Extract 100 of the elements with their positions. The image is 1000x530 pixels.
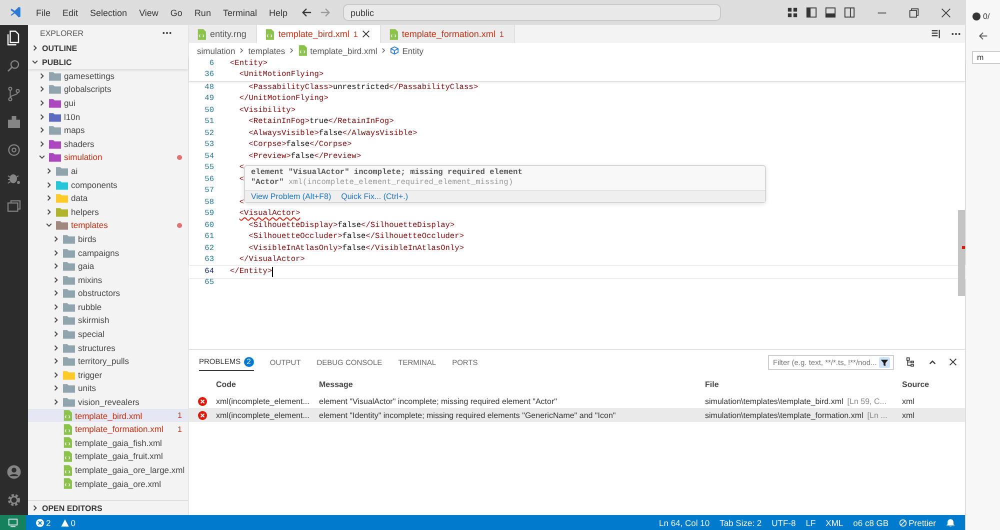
tree-item[interactable]: template_gaia_fish.xml (28, 436, 188, 450)
editor-tab[interactable]: entity.rng (189, 25, 258, 43)
check-slash-icon (898, 518, 907, 526)
tree-item[interactable]: trigger (28, 368, 188, 382)
more-actions-icon[interactable] (162, 31, 172, 35)
tree-item[interactable]: shaders (28, 136, 188, 151)
file-icon (63, 437, 72, 448)
tree-item[interactable]: skirmish (28, 314, 188, 328)
tree-item[interactable]: units (28, 382, 188, 396)
chevron-right-icon (238, 47, 246, 54)
tree-item[interactable]: structures (28, 340, 188, 354)
status-item[interactable]: Ln 64, Col 10 (659, 518, 710, 528)
remote-icon[interactable] (5, 141, 23, 159)
tree-item[interactable]: helpers (28, 204, 188, 219)
tree-item[interactable]: vision_revealers (28, 395, 188, 409)
chevron-down-icon (45, 221, 53, 230)
back-arrow-icon[interactable] (301, 7, 312, 18)
errors-count[interactable]: 2 (36, 518, 51, 528)
section-header[interactable]: OUTLINE (28, 41, 188, 55)
count-text: 0/ (983, 12, 990, 21)
breadcrumb-item[interactable]: templates (248, 46, 286, 56)
column-header: Message (319, 380, 354, 388)
status-item[interactable]: o6 c8 GB (853, 518, 889, 528)
menu-item[interactable]: Run (188, 8, 217, 18)
hover-action-link[interactable]: View Problem (Alt+F8) (251, 192, 332, 201)
bell-icon[interactable] (946, 518, 955, 527)
file-icon (63, 424, 72, 435)
tree-item[interactable]: components (28, 178, 188, 192)
tree-item[interactable]: template_gaia_ore_large.xml (28, 463, 188, 477)
scrollbar[interactable] (958, 210, 965, 296)
windows-icon[interactable] (5, 197, 23, 215)
tree-item[interactable]: template_gaia_fruit.xml (28, 450, 188, 464)
chevron-right-icon (31, 44, 39, 52)
menu-item[interactable]: File (30, 8, 57, 18)
problem-row[interactable]: xml(incomplete_element... element "VisualActor" incomplete; missing required element "Actor" simulation\templates\template_bird.xml [Ln 59, C... xml (189, 394, 965, 408)
tree-item[interactable]: template_formation.xml 1 (28, 422, 188, 436)
status-item[interactable]: Prettier (898, 518, 936, 528)
location-text: [Ln ... (867, 410, 888, 420)
tree-item[interactable]: gui (28, 96, 188, 110)
tree-item[interactable]: l10n (28, 110, 188, 124)
tree-item[interactable]: template_gaia_ore.xml (28, 476, 188, 490)
section-header[interactable]: PUBLIC (28, 55, 188, 69)
tree-item[interactable]: campaigns (28, 246, 188, 260)
editor-tab[interactable]: template_formation.xml 1 (380, 25, 515, 43)
table-cell-text: element "VisualActor" incomplete; missing required element "Actor" (319, 396, 558, 406)
chevron-up-icon[interactable] (928, 358, 937, 366)
tree-item[interactable]: rubble (28, 300, 188, 314)
breadcrumb-item[interactable]: simulation (197, 46, 236, 56)
panel-toggle-icon[interactable] (825, 7, 836, 18)
remote-icon[interactable] (0, 515, 26, 530)
file-icon (197, 28, 206, 40)
split-layout-icon[interactable] (844, 7, 855, 18)
menu-item[interactable]: Selection (84, 8, 134, 18)
menu-item[interactable]: Help (262, 8, 294, 18)
close-icon[interactable] (949, 358, 957, 366)
account-icon[interactable] (5, 463, 23, 481)
tree-item[interactable]: special (28, 327, 188, 341)
menu-item[interactable]: Terminal (216, 8, 263, 18)
split-editor-icon[interactable] (931, 29, 941, 39)
close-icon[interactable] (941, 8, 951, 18)
tree-item[interactable]: gamesettings (28, 69, 188, 83)
status-item[interactable]: Tab Size: 2 (720, 518, 762, 528)
more-actions-icon[interactable] (951, 32, 961, 36)
status-item[interactable]: XML (826, 518, 844, 528)
breadcrumb-item[interactable]: Entity (402, 46, 424, 56)
tree-item[interactable]: templates (28, 218, 188, 232)
tree-item[interactable]: maps (28, 123, 188, 137)
close-icon[interactable] (362, 30, 370, 38)
editor-tab[interactable]: template_bird.xml 1 (257, 25, 381, 43)
error-icon (198, 396, 207, 406)
warnings-count[interactable]: 0 (60, 518, 76, 528)
tree-item[interactable]: data (28, 191, 188, 205)
file-icon (63, 450, 72, 462)
tree-item[interactable]: gaia (28, 259, 188, 273)
menu-item[interactable]: View (133, 8, 164, 18)
side-tab[interactable]: m (972, 51, 1000, 64)
tree-item[interactable]: territory_pulls (28, 354, 188, 368)
tree-item[interactable]: birds (28, 232, 188, 246)
menu-item[interactable]: Edit (56, 8, 84, 18)
tree-item[interactable]: obstructors (28, 286, 188, 300)
layout-grid-icon[interactable] (787, 7, 798, 18)
command-search-field[interactable]: public (343, 4, 722, 21)
tree-item[interactable]: template_bird.xml 1 (28, 408, 188, 422)
hover-action-link[interactable]: Quick Fix... (Ctrl+.) (341, 192, 408, 201)
tree-item[interactable]: globalscripts (28, 82, 188, 96)
menu-item[interactable]: Go (164, 8, 188, 18)
restore-icon[interactable] (909, 8, 919, 18)
collapse-all-icon[interactable] (906, 357, 916, 367)
extensions-icon[interactable] (5, 113, 23, 131)
back-arrow-icon[interactable] (978, 31, 988, 41)
breadcrumb-item[interactable]: template_bird.xml (310, 46, 378, 56)
filter-icon[interactable] (879, 356, 890, 368)
sidebar-toggle-icon[interactable] (806, 7, 817, 18)
problem-row[interactable]: xml(incomplete_element... element "Identity" incomplete; missing required elements "GenericName" and "Icon" simulation\templates\template_formation.xml [Ln ... xml (189, 408, 965, 422)
status-item[interactable]: LF (806, 518, 816, 528)
settings-icon[interactable] (5, 491, 23, 509)
tree-item[interactable]: ai (28, 164, 188, 178)
tree-item[interactable]: mixins (28, 272, 188, 286)
tree-item[interactable]: simulation (28, 150, 188, 164)
status-item[interactable]: UTF-8 (772, 518, 796, 528)
